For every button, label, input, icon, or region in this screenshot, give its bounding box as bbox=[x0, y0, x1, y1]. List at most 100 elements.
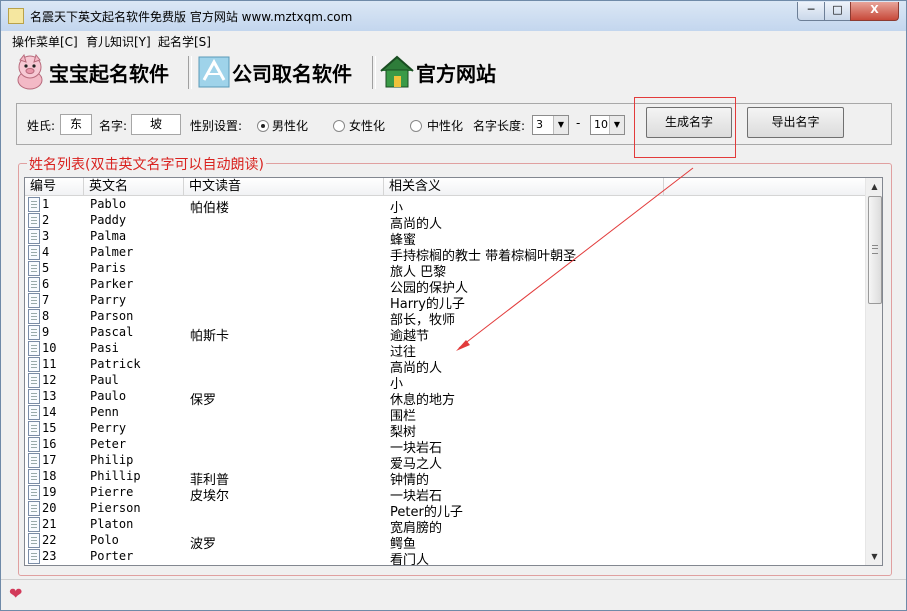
column-header-pronunciation[interactable]: 中文读音 bbox=[184, 178, 384, 195]
row-english-name[interactable]: Pascal bbox=[90, 325, 133, 339]
row-english-name[interactable]: Pablo bbox=[90, 197, 126, 211]
row-number: 15 bbox=[42, 421, 57, 435]
table-row[interactable]: 1 Pablo 帕伯楼小 bbox=[25, 196, 865, 216]
table-row[interactable]: 22 Polo 波罗 鳄鱼 bbox=[25, 532, 865, 552]
table-row[interactable]: 17 Philip 爱马之人 bbox=[25, 452, 865, 472]
table-row[interactable]: 21 Platon 宽肩膀的 bbox=[25, 516, 865, 536]
table-row[interactable]: 14 Penn 围栏 bbox=[25, 404, 865, 424]
row-english-name[interactable]: Parson bbox=[90, 309, 133, 323]
minimize-button[interactable]: ─ bbox=[797, 2, 825, 21]
document-icon bbox=[28, 469, 40, 484]
official-site-link[interactable]: 官方网站 bbox=[378, 53, 508, 93]
maximize-button[interactable]: □ bbox=[824, 2, 851, 21]
baby-naming-link[interactable]: 宝宝起名软件 bbox=[11, 53, 183, 93]
male-radio-label[interactable]: 男性化 bbox=[272, 117, 308, 134]
menu-naming[interactable]: 起名学[S] bbox=[158, 33, 211, 50]
row-english-name[interactable]: Parker bbox=[90, 277, 133, 291]
row-english-name[interactable]: Palmer bbox=[90, 245, 133, 259]
row-english-name[interactable]: Paddy bbox=[90, 213, 126, 227]
row-number: 22 bbox=[42, 533, 57, 547]
row-number: 4 bbox=[42, 245, 50, 259]
row-english-name[interactable]: Palma bbox=[90, 229, 126, 243]
column-header-number[interactable]: 编号 bbox=[25, 178, 84, 195]
scroll-down-icon[interactable]: ▼ bbox=[866, 548, 882, 565]
row-number: 7 bbox=[42, 293, 50, 307]
table-row[interactable]: 11 Patrick 高尚的人 bbox=[25, 356, 865, 376]
row-english-name[interactable]: Pasi bbox=[90, 341, 119, 355]
row-number: 19 bbox=[42, 485, 57, 499]
given-name-input[interactable]: 坡 bbox=[131, 114, 181, 135]
row-english-name[interactable]: Perry bbox=[90, 421, 126, 435]
highlight-box bbox=[634, 97, 736, 158]
row-english-name[interactable]: Paul bbox=[90, 373, 119, 387]
table-row[interactable]: 15 Perry 梨树 bbox=[25, 420, 865, 440]
table-row[interactable]: 3 Palma 蜂蜜 bbox=[25, 228, 865, 248]
document-icon bbox=[28, 453, 40, 468]
menu-parenting[interactable]: 育儿知识[Y] bbox=[86, 33, 151, 50]
gender-label: 性别设置: bbox=[190, 119, 243, 133]
table-row[interactable]: 6 Parker 公园的保护人 bbox=[25, 276, 865, 296]
scroll-up-icon[interactable]: ▲ bbox=[866, 178, 882, 195]
max-length-select[interactable]: 10 ▼ bbox=[590, 115, 625, 135]
table-row[interactable]: 18 Phillip 菲利普 钟情的 bbox=[25, 468, 865, 488]
name-list[interactable]: 编号 英文名 中文读音 相关含义 1 Pablo 帕伯楼小 2 Paddy 高尚的人 3 Pa… bbox=[24, 177, 883, 566]
table-row[interactable]: 7 Parry Harry的儿子 bbox=[25, 292, 865, 312]
table-row[interactable]: 19 Pierre 皮埃尔 一块岩石 bbox=[25, 484, 865, 504]
status-bar: ❤ bbox=[1, 579, 906, 610]
table-row[interactable]: 2 Paddy 高尚的人 bbox=[25, 212, 865, 232]
export-names-button[interactable]: 导出名字 bbox=[747, 107, 844, 138]
surname-input[interactable]: 东 bbox=[60, 114, 92, 135]
row-english-name[interactable]: Platon bbox=[90, 517, 133, 531]
column-header-meaning[interactable]: 相关含义 bbox=[384, 178, 664, 195]
table-row[interactable]: 16 Peter 一块岩石 bbox=[25, 436, 865, 456]
document-icon bbox=[28, 197, 40, 212]
name-list-title: 姓名列表(双击英文名字可以自动朗读) bbox=[27, 154, 266, 174]
row-english-name[interactable]: Patrick bbox=[90, 357, 141, 371]
menu-operations[interactable]: 操作菜单[C] bbox=[12, 33, 78, 50]
column-header-english[interactable]: 英文名 bbox=[84, 178, 184, 195]
row-english-name[interactable]: Porter bbox=[90, 549, 133, 563]
row-number: 5 bbox=[42, 261, 50, 275]
table-row[interactable]: 13 Paulo 保罗 休息的地方 bbox=[25, 388, 865, 408]
table-row[interactable]: 23 Porter 看门人 bbox=[25, 548, 865, 565]
neutral-radio-label[interactable]: 中性化 bbox=[427, 117, 463, 134]
document-icon bbox=[28, 533, 40, 548]
male-radio[interactable] bbox=[257, 120, 269, 132]
vertical-scrollbar[interactable]: ▲ ▼ bbox=[865, 178, 882, 565]
table-row[interactable]: 12 Paul 小 bbox=[25, 372, 865, 392]
close-button[interactable]: X bbox=[850, 2, 899, 21]
company-naming-link[interactable]: 公司取名软件 bbox=[196, 53, 368, 93]
row-english-name[interactable]: Paris bbox=[90, 261, 126, 275]
row-english-name[interactable]: Phillip bbox=[90, 469, 141, 483]
row-english-name[interactable]: Pierson bbox=[90, 501, 141, 515]
document-icon bbox=[28, 485, 40, 500]
table-row[interactable]: 4 Palmer 手持棕榈的教士 带着棕榈叶朝圣 bbox=[25, 244, 865, 264]
company-naming-label: 公司取名软件 bbox=[232, 62, 352, 86]
scrollbar-thumb[interactable] bbox=[868, 196, 882, 304]
female-radio-label[interactable]: 女性化 bbox=[349, 117, 385, 134]
list-header: 编号 英文名 中文读音 相关含义 bbox=[25, 178, 865, 196]
table-row[interactable]: 5 Paris 旅人 巴黎 bbox=[25, 260, 865, 280]
row-english-name[interactable]: Parry bbox=[90, 293, 126, 307]
row-english-name[interactable]: Pierre bbox=[90, 485, 133, 499]
min-length-select[interactable]: 3 ▼ bbox=[532, 115, 569, 135]
toolbar-separator bbox=[372, 56, 376, 89]
app-icon bbox=[8, 8, 24, 24]
row-english-name[interactable]: Penn bbox=[90, 405, 119, 419]
row-english-name[interactable]: Paulo bbox=[90, 389, 126, 403]
row-english-name[interactable]: Polo bbox=[90, 533, 119, 547]
document-icon bbox=[28, 517, 40, 532]
table-row[interactable]: 9 Pascal 帕斯卡 逾越节 bbox=[25, 324, 865, 344]
table-row[interactable]: 8 Parson 部长，牧师 bbox=[25, 308, 865, 328]
row-english-name[interactable]: Philip bbox=[90, 453, 133, 467]
female-radio[interactable] bbox=[333, 120, 345, 132]
title-bar[interactable]: 名震天下英文起名软件免费版 官方网站 www.mztxqm.com ─ □ X bbox=[1, 1, 906, 31]
table-row[interactable]: 20 Pierson Peter的儿子 bbox=[25, 500, 865, 520]
settings-panel: 姓氏: 东 名字: 坡 性别设置: 男性化 女性化 中性化 名字长度: 3 ▼ … bbox=[16, 103, 892, 145]
row-number: 12 bbox=[42, 373, 57, 387]
row-number: 17 bbox=[42, 453, 57, 467]
row-english-name[interactable]: Peter bbox=[90, 437, 126, 451]
neutral-radio[interactable] bbox=[410, 120, 422, 132]
house-icon bbox=[380, 55, 414, 88]
table-row[interactable]: 10 Pasi 过往 bbox=[25, 340, 865, 360]
